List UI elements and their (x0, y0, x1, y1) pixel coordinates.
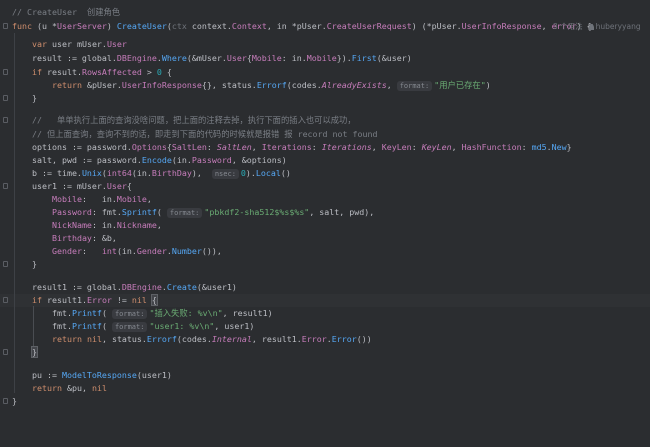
parameter-hint: format: (396, 81, 433, 91)
parameter-hint: format: (166, 208, 203, 218)
fold-gutter (0, 180, 12, 193)
code-line[interactable]: return &pUser.UserInfoResponse{}, status… (0, 79, 650, 92)
fold-icon[interactable] (3, 261, 8, 267)
code-line[interactable]: // CreateUser 创建角色 (0, 6, 650, 19)
code-line[interactable]: fmt.Printf( format: "user1: %v\n", user1) (0, 320, 650, 333)
code-line[interactable]: user1 := mUser.User{ (0, 180, 650, 193)
code-line[interactable]: Gender: int(in.Gender.Number()), (0, 245, 650, 258)
func-signature: func (u *UserServer) CreateUser(ctx cont… (12, 21, 592, 31)
matched-brace: } (30, 346, 38, 358)
code-line[interactable]: pu := ModelToResponse(user1) (0, 369, 650, 382)
fold-gutter (0, 395, 12, 408)
parameter-hint: format: (111, 309, 148, 319)
code-line[interactable]: } (0, 395, 650, 408)
code-line[interactable]: var user mUser.User (0, 38, 650, 51)
parameter-hint: nsec: (211, 169, 239, 179)
fold-icon[interactable] (3, 297, 8, 303)
code-line[interactable]: result1 := global.DBEngine.Create(&user1… (0, 281, 650, 294)
code-line[interactable]: Password: fmt.Sprintf( format: "pbkdf2-sh… (0, 206, 650, 219)
code-line[interactable]: // 但上面查询，查询不到的话，即走到下面的代码的时候就是报错 报 record… (0, 128, 650, 141)
string-literal: "pbkdf2-sha512$%s$%s" (204, 207, 310, 217)
fold-icon[interactable] (3, 398, 8, 404)
string-literal: "插入失败: %v\n" (149, 308, 223, 318)
fold-gutter (0, 92, 12, 105)
doc-comment: // CreateUser 创建角色 (12, 7, 121, 17)
fold-gutter (0, 294, 12, 307)
usage-hint[interactable]: 3 个用法 huberyyang (553, 20, 641, 33)
comment: // 但上面查询，查询不到的话，即走到下面的代码的时候就是报错 报 record… (31, 129, 378, 139)
code-line[interactable]: Birthday: &b, (0, 232, 650, 245)
code-line[interactable]: if result.RowsAffected > 0 { (0, 66, 650, 79)
code-line[interactable]: // 单单执行上面的查询没啥问题，把上面的注释去掉，执行下面的插入也可以成功， (0, 114, 650, 127)
fold-icon[interactable] (3, 183, 8, 189)
fold-icon[interactable] (3, 117, 8, 123)
fold-gutter (0, 66, 12, 79)
fold-gutter (0, 114, 12, 127)
string-literal: "用户已存在" (434, 80, 486, 90)
indent-guide (14, 33, 15, 393)
code-line[interactable]: return nil, status.Errorf(codes.Internal… (0, 333, 650, 346)
code-line[interactable]: } (0, 258, 650, 271)
code-line[interactable]: } (0, 346, 650, 359)
fold-icon[interactable] (3, 95, 8, 101)
code-line[interactable]: options := password.Options{SaltLen: Sal… (0, 141, 650, 154)
parameter-hint: format: (111, 322, 148, 332)
usages-count[interactable]: 3 个用法 (553, 22, 583, 31)
code-line[interactable]: b := time.Unix(int64(in.BirthDay), nsec:… (0, 167, 650, 180)
code-line[interactable]: func (u *UserServer) CreateUser(ctx cont… (0, 20, 650, 33)
matched-brace: { (150, 294, 158, 306)
code-editor[interactable]: // CreateUser 创建角色 func (u *UserServer) … (0, 0, 650, 410)
code-line[interactable]: result := global.DBEngine.Where(&mUser.U… (0, 52, 650, 65)
indent-guide (33, 306, 34, 346)
fold-gutter (0, 346, 12, 359)
fold-icon[interactable] (3, 349, 8, 355)
comment: // 单单执行上面的查询没啥问题，把上面的注释去掉，执行下面的插入也可以成功， (31, 115, 356, 125)
code-line[interactable]: salt, pwd := password.Encode(in.Password… (0, 154, 650, 167)
code-line[interactable]: Mobile: in.Mobile, (0, 193, 650, 206)
user-icon (588, 24, 594, 30)
code-line[interactable]: } (0, 92, 650, 105)
code-line[interactable]: return &pu, nil (0, 382, 650, 395)
fold-gutter (0, 258, 12, 271)
author-name[interactable]: huberyyang (596, 22, 641, 31)
code-line[interactable]: NickName: in.Nickname, (0, 219, 650, 232)
string-literal: "user1: %v\n" (149, 321, 215, 331)
fold-gutter (0, 20, 12, 33)
fold-icon[interactable] (3, 23, 8, 29)
code-line-current[interactable]: if result1.Error != nil { (0, 294, 650, 307)
fold-icon[interactable] (3, 69, 8, 75)
code-line[interactable]: fmt.Printf( format: "插入失败: %v\n", result1… (0, 307, 650, 320)
